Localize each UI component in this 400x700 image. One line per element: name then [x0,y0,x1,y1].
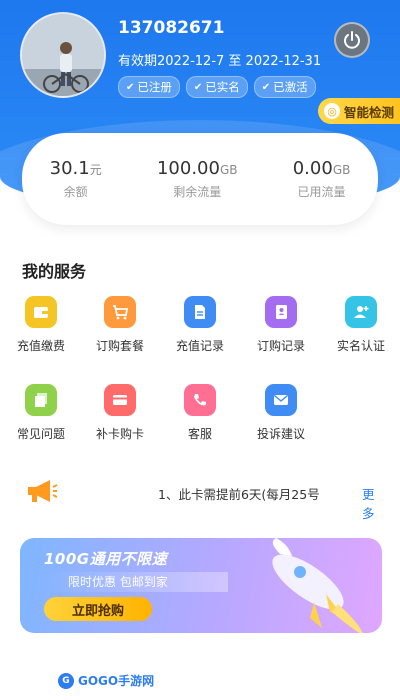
badge-label: 已激活 [273,80,308,94]
check-icon: ✔ [193,81,203,93]
services-row: 常见问题 补卡购卡 客服 投诉建议 [0,384,400,454]
phone-number: 137082671 [118,18,225,38]
check-icon: ✔ [126,81,135,93]
service-label: 订购套餐 [95,339,144,353]
banner-headline: 100G通用不限速 [44,550,168,568]
megaphone-icon [24,478,58,508]
notice-text[interactable]: 1、此卡需提前6天(每月25号 [158,484,320,503]
smart-check-label: 智能检测 [344,104,395,120]
cart-icon [104,296,136,328]
service-label: 订购记录 [256,339,305,353]
service-label: 客服 [187,427,212,441]
service-recharge-history[interactable]: 充值记录 [163,296,237,354]
watermark-logo: G GOGO手游网 [58,672,154,689]
mail-icon [265,384,297,416]
logo-mark-icon: G [58,672,74,689]
stat-label: 余额 [63,185,88,199]
banner-subtitle: 限时优惠 包邮到家 [48,572,228,592]
document-icon [184,296,216,328]
card-icon [104,384,136,416]
stat-used-data[interactable]: 0.00GB 已用流量 [293,158,351,200]
avatar[interactable] [20,12,106,98]
service-label: 补卡购卡 [95,427,144,441]
status-badge-registered: ✔ 已注册 [118,76,180,98]
stat-value: 0.00 [292,158,333,179]
smart-check-button[interactable]: ◎ 智能检测 [318,98,400,124]
badge-label: 已注册 [137,80,172,94]
validity-period: 有效期2022-12-7 至 2022-12-31 [118,54,322,69]
status-badges: ✔ 已注册 ✔ 已实名 ✔ 已激活 [118,76,316,98]
service-order-history[interactable]: 订购记录 [244,296,318,354]
buy-now-button[interactable]: 立即抢购 [44,597,152,621]
phone-icon [184,384,216,416]
service-real-name-auth[interactable]: 实名认证 [324,296,398,354]
status-badge-activated: ✔ 已激活 [253,76,316,98]
avatar-photo-icon [22,14,104,96]
stat-unit: GB [219,163,238,177]
badge-label: 已实名 [205,80,240,94]
status-badge-verified: ✔ 已实名 [185,76,248,98]
service-label: 实名认证 [336,339,385,353]
add-user-icon [345,296,377,328]
target-icon: ◎ [324,103,340,119]
stat-value: 100.00 [156,158,220,179]
stat-unit: 元 [89,163,102,177]
wallet-icon [25,296,57,328]
service-label: 常见问题 [16,427,65,441]
check-icon: ✔ [261,81,271,93]
stat-label: 已用流量 [297,185,346,199]
service-complaints[interactable]: 投诉建议 [244,384,318,442]
power-icon [344,31,360,49]
notebook-icon [265,296,297,328]
watermark-text: GOGO手游网 [78,674,155,688]
service-faq[interactable]: 常见问题 [4,384,78,442]
stat-value: 30.1 [49,158,90,179]
stat-balance[interactable]: 30.1元 余额 [50,158,102,200]
rocket-icon [248,538,378,633]
notice-bar: 1、此卡需提前6天(每月25号 更多 [24,474,384,521]
service-label: 投诉建议 [256,427,305,441]
services-row: 充值缴费 订购套餐 充值记录 订购记录 实名认证 [0,296,400,366]
stat-unit: GB [332,163,351,177]
service-label: 充值记录 [175,339,224,353]
power-button[interactable] [334,22,370,58]
service-label: 充值缴费 [16,339,65,353]
account-stats-card: 30.1元 余额 100.00GB 剩余流量 0.00GB 已用流量 [22,133,378,225]
notice-more-link[interactable]: 更多 [362,484,384,522]
service-order-plan[interactable]: 订购套餐 [83,296,157,354]
copy-icon [25,384,57,416]
services-title: 我的服务 [22,262,87,281]
service-card-purchase[interactable]: 补卡购卡 [83,384,157,442]
stat-label: 剩余流量 [173,185,222,199]
service-customer-service[interactable]: 客服 [163,384,237,442]
promo-banner[interactable]: 100G通用不限速 限时优惠 包邮到家 立即抢购 [20,538,382,633]
stat-remaining-data[interactable]: 100.00GB 剩余流量 [157,158,238,200]
service-recharge[interactable]: 充值缴费 [4,296,78,354]
